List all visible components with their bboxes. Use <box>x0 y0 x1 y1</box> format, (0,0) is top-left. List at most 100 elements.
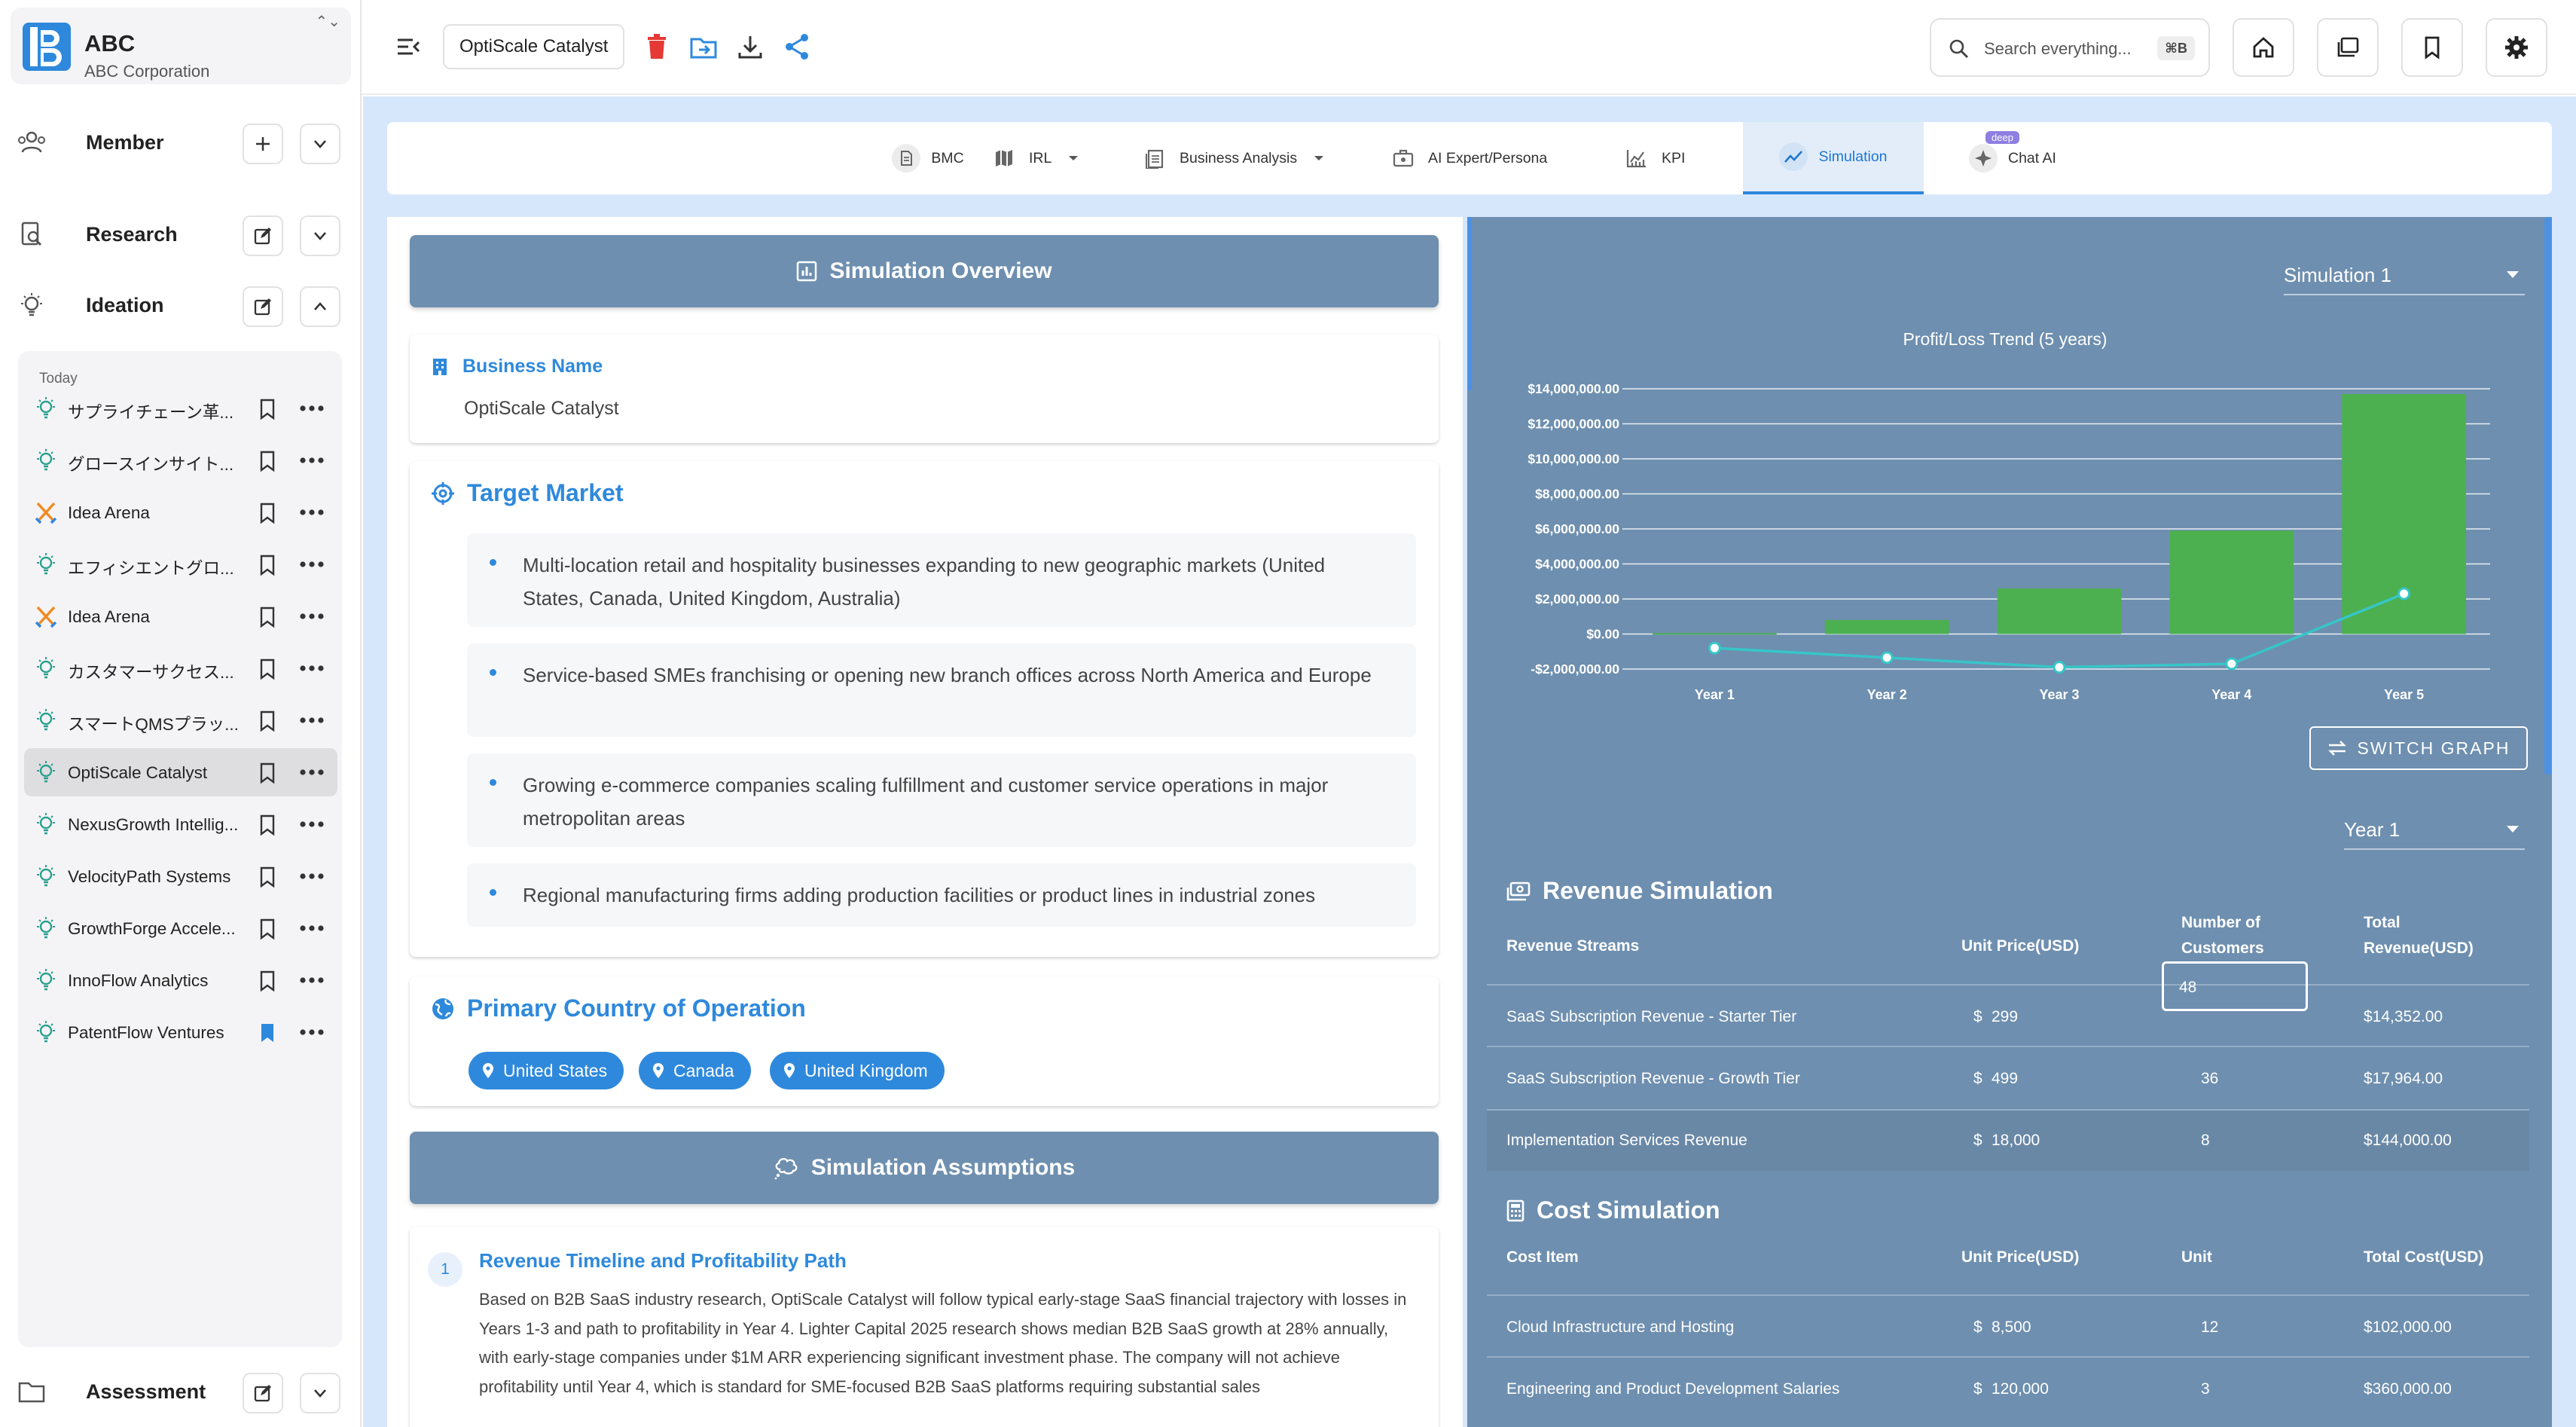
bookmark-icon[interactable] <box>258 918 277 940</box>
tab-ai-expert[interactable]: AI Expert/Persona <box>1389 122 1570 194</box>
year-select-value: Year 1 <box>2344 818 2401 841</box>
bookmarks-button[interactable] <box>2401 18 2463 77</box>
simulation-select[interactable]: Simulation 1 <box>2284 264 2525 295</box>
idea-item-label: Idea Arena <box>68 607 150 626</box>
more-icon[interactable] <box>297 398 327 419</box>
add-member-button[interactable] <box>243 124 283 164</box>
customers-input[interactable]: 48 <box>2162 961 2308 1011</box>
bookmark-icon[interactable] <box>258 450 277 472</box>
idea-item[interactable]: PatentFlow Ventures <box>24 1008 337 1056</box>
bookmark-icon[interactable] <box>258 554 277 576</box>
table-row[interactable]: SaaS Subscription Revenue - Growth Tier … <box>1487 1047 2529 1109</box>
settings-button[interactable] <box>2486 18 2547 77</box>
idea-item[interactable]: VelocityPath Systems <box>24 852 337 900</box>
idea-item[interactable]: OptiScale Catalyst <box>24 748 337 796</box>
deep-badge: deep <box>1985 131 2019 144</box>
tab-kpi[interactable]: KPI <box>1622 122 1713 194</box>
business-name-field[interactable]: OptiScale Catalyst <box>443 24 625 69</box>
y-tick-label: $6,000,000.00 <box>1535 521 1619 536</box>
tab-irl[interactable]: IRL <box>990 122 1103 194</box>
idea-item[interactable]: エフィシエントグロ... <box>24 540 337 588</box>
bookmark-icon[interactable] <box>258 658 277 680</box>
idea-item[interactable]: Idea Arena <box>24 592 337 640</box>
customer-count[interactable]: 8 <box>2201 1132 2210 1150</box>
table-row[interactable]: SaaS Subscription Revenue - Starter Tier… <box>1487 985 2529 1046</box>
bookmark-icon[interactable] <box>258 606 277 628</box>
more-icon[interactable] <box>297 866 327 887</box>
unit-count[interactable]: 3 <box>2201 1380 2210 1398</box>
download-icon[interactable] <box>735 32 765 62</box>
table-row[interactable]: Cloud Infrastructure and Hosting $ 8,500… <box>1487 1296 2529 1356</box>
table-row[interactable]: Implementation Services Revenue $ 18,000… <box>1487 1111 2529 1171</box>
switch-graph-button[interactable]: SWITCH GRAPH <box>2309 726 2528 770</box>
table-row[interactable]: Engineering and Product Development Sala… <box>1487 1358 2529 1418</box>
expand-assessment-button[interactable] <box>300 1373 340 1413</box>
more-icon[interactable] <box>297 554 327 575</box>
section-research[interactable]: Research <box>0 208 362 261</box>
sparkle-icon <box>1969 144 1998 173</box>
tab-business-analysis[interactable]: Business Analysis <box>1140 122 1359 194</box>
expand-research-button[interactable] <box>300 215 340 256</box>
edit-assessment-button[interactable] <box>243 1373 283 1413</box>
primary-country-heading: Primary Country of Operation <box>431 995 806 1022</box>
bookmark-icon[interactable] <box>258 762 277 784</box>
target-icon <box>432 481 454 505</box>
more-icon[interactable] <box>297 710 327 731</box>
year-select[interactable]: Year 1 <box>2344 818 2525 850</box>
idea-item[interactable]: NexusGrowth Intellig... <box>24 800 337 848</box>
crossed-swords-icon <box>35 502 57 524</box>
unit-price: 299 <box>1992 1008 2019 1025</box>
section-ideation[interactable]: Ideation <box>0 279 362 332</box>
expand-member-button[interactable] <box>300 124 340 164</box>
more-icon[interactable] <box>297 1022 327 1043</box>
section-assessment[interactable]: Assessment <box>0 1365 362 1418</box>
global-search[interactable]: Search everything... ⌘B <box>1930 18 2210 77</box>
edit-research-button[interactable] <box>243 215 283 256</box>
tab-simulation[interactable]: Simulation <box>1743 122 1924 194</box>
more-icon[interactable] <box>297 814 327 835</box>
more-icon[interactable] <box>297 970 327 991</box>
more-icon[interactable] <box>297 450 327 471</box>
home-button[interactable] <box>2233 18 2294 77</box>
section-member[interactable]: Member <box>0 116 362 169</box>
library-button[interactable] <box>2317 18 2379 77</box>
workspace-switcher[interactable]: ABC ABC Corporation ⌃⌄ <box>11 8 351 84</box>
overview-panel: Simulation Overview Business Name OptiSc… <box>387 217 1463 1427</box>
trash-icon[interactable] <box>642 32 672 62</box>
customer-count[interactable]: 36 <box>2201 1070 2218 1088</box>
tab-bmc[interactable]: BMC <box>877 122 979 194</box>
move-folder-icon[interactable] <box>688 32 719 62</box>
idea-item[interactable]: サプライチェーン革... <box>24 384 337 432</box>
business-name-value: OptiScale Catalyst <box>464 398 619 419</box>
expand-collapse-icon[interactable]: ⌃⌄ <box>315 14 340 29</box>
more-icon[interactable] <box>297 502 327 523</box>
bookmark-icon[interactable] <box>258 710 277 732</box>
more-icon[interactable] <box>297 762 327 783</box>
more-icon[interactable] <box>297 918 327 939</box>
bar <box>2169 530 2294 634</box>
tab-chat-ai[interactable]: deep Chat AI <box>1969 122 2089 194</box>
unit-count[interactable]: 12 <box>2201 1319 2218 1337</box>
more-icon[interactable] <box>297 606 327 627</box>
line-point <box>2225 657 2239 671</box>
share-icon[interactable] <box>782 32 812 62</box>
idea-item[interactable]: グロースインサイト... <box>24 436 337 484</box>
bookmark-icon[interactable] <box>258 398 277 420</box>
currency-symbol: $ <box>1973 1380 1982 1398</box>
new-idea-button[interactable] <box>243 286 283 327</box>
bookmark-icon[interactable] <box>258 970 277 992</box>
idea-item[interactable]: InnoFlow Analytics <box>24 956 337 1004</box>
simulation-select-value: Simulation 1 <box>2284 264 2392 286</box>
bookmark-icon[interactable] <box>258 814 277 836</box>
collapse-sidebar-icon[interactable] <box>395 33 422 60</box>
more-icon[interactable] <box>297 658 327 679</box>
brand-logo <box>23 23 71 71</box>
idea-item[interactable]: Idea Arena <box>24 488 337 536</box>
bookmark-icon[interactable] <box>258 866 277 888</box>
idea-item[interactable]: カスタマーサクセス... <box>24 644 337 692</box>
collapse-ideation-button[interactable] <box>300 286 340 327</box>
bookmark-icon[interactable] <box>258 502 277 524</box>
idea-item[interactable]: GrowthForge Accele... <box>24 904 337 952</box>
bookmark-filled-icon[interactable] <box>258 1022 277 1044</box>
idea-item[interactable]: スマートQMSプラッ... <box>24 696 337 744</box>
